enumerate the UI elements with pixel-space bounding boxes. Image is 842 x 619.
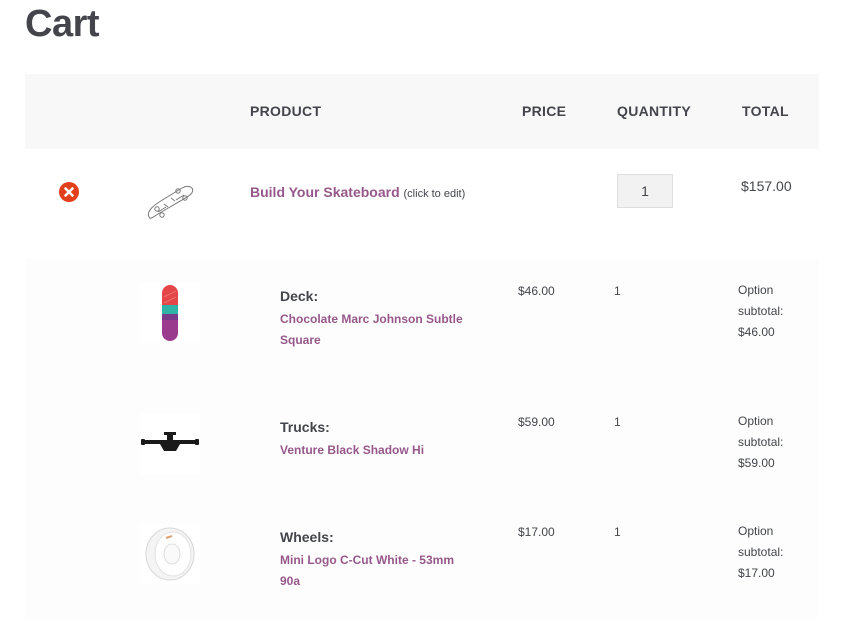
option-price: $17.00 xyxy=(518,525,555,539)
option-row-wheels: Wheels: Mini Logo C-Cut White - 53mm 90a… xyxy=(25,499,819,619)
item-total: $157.00 xyxy=(741,178,792,194)
page-title: Cart xyxy=(25,3,100,45)
option-row-trucks: Trucks: Venture Black Shadow Hi $59.00 1… xyxy=(25,389,819,499)
edit-note[interactable]: (click to edit) xyxy=(404,188,466,200)
cart-item-row: Build Your Skateboard (click to edit) $1… xyxy=(25,149,819,259)
skateboard-thumbnail[interactable] xyxy=(140,173,200,233)
remove-circle-x-icon xyxy=(64,187,74,197)
option-subtotal: Option subtotal: $59.00 xyxy=(738,411,808,474)
option-subtotal-label: Option subtotal: xyxy=(738,414,784,449)
option-quantity: 1 xyxy=(614,415,621,429)
option-row-deck: Deck: Chocolate Marc Johnson Subtle Squa… xyxy=(25,259,819,389)
option-label: Deck: xyxy=(280,288,319,304)
header-product: PRODUCT xyxy=(250,103,322,119)
cart-table: PRODUCT PRICE QUANTITY TOTAL Build Your xyxy=(25,74,819,619)
wheels-thumbnail[interactable] xyxy=(140,524,200,584)
option-subtotal-label: Option subtotal: xyxy=(738,524,784,559)
option-quantity: 1 xyxy=(614,525,621,539)
deck-thumbnail[interactable] xyxy=(140,283,200,343)
option-price: $59.00 xyxy=(518,415,555,429)
option-value-link[interactable]: Mini Logo C-Cut White - 53mm 90a xyxy=(280,550,470,592)
option-value-link[interactable]: Chocolate Marc Johnson Subtle Square xyxy=(280,309,470,351)
header-quantity: QUANTITY xyxy=(617,103,691,119)
remove-item-button[interactable] xyxy=(59,182,79,202)
option-subtotal-value: $17.00 xyxy=(738,566,775,580)
option-label: Trucks: xyxy=(280,419,330,435)
skateboard-deck-image xyxy=(162,285,178,341)
option-quantity: 1 xyxy=(614,284,621,298)
quantity-input[interactable] xyxy=(617,174,673,208)
option-subtotal-value: $46.00 xyxy=(738,325,775,339)
table-header: PRODUCT PRICE QUANTITY TOTAL xyxy=(25,74,819,149)
skateboard-wheel-image xyxy=(145,527,195,581)
option-subtotal: Option subtotal: $46.00 xyxy=(738,280,808,343)
option-subtotal: Option subtotal: $17.00 xyxy=(738,521,808,584)
product-name-cell: Build Your Skateboard (click to edit) xyxy=(250,179,470,207)
header-total: TOTAL xyxy=(742,103,789,119)
product-name-link[interactable]: Build Your Skateboard xyxy=(250,184,400,200)
skateboard-truck-image xyxy=(141,432,199,451)
option-value-link[interactable]: Venture Black Shadow Hi xyxy=(280,440,470,461)
option-price: $46.00 xyxy=(518,284,555,298)
option-subtotal-value: $59.00 xyxy=(738,456,775,470)
option-subtotal-label: Option subtotal: xyxy=(738,283,784,318)
trucks-thumbnail[interactable] xyxy=(140,414,200,474)
skateboard-sketch-image xyxy=(147,185,194,219)
header-price: PRICE xyxy=(522,103,567,119)
option-label: Wheels: xyxy=(280,529,334,545)
